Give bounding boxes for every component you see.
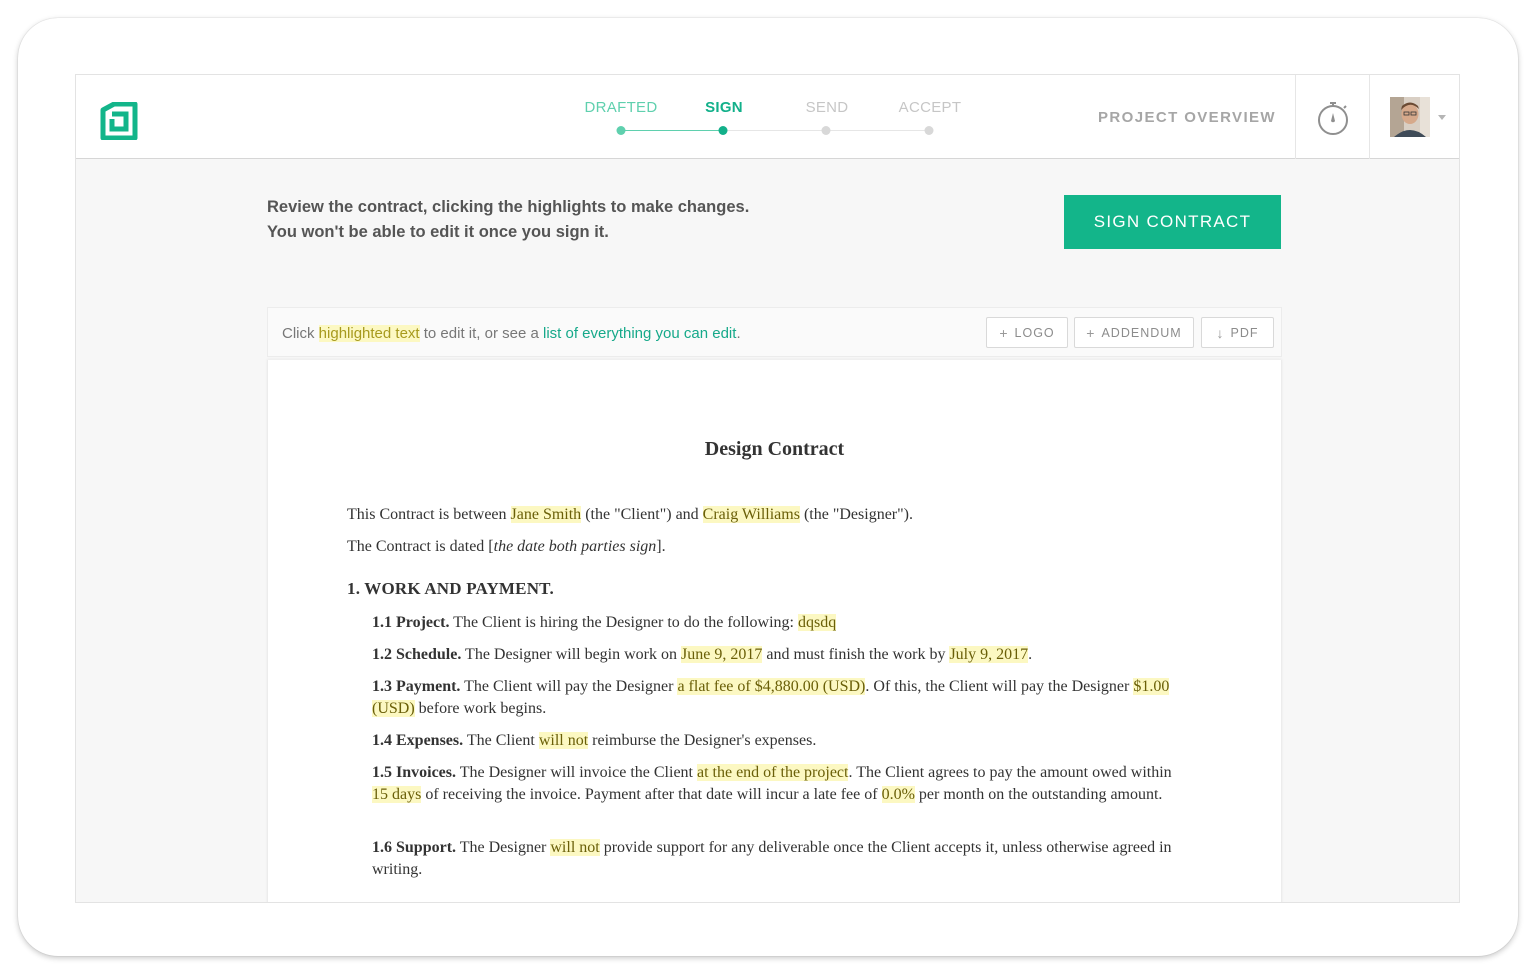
clause-text: The Designer will invoice the Client [456,764,697,781]
plus-icon: + [999,324,1009,341]
caret-down-icon[interactable] [1438,115,1446,120]
clause-text: . [1028,646,1033,663]
highlighted-text-sample: highlighted text [318,325,420,342]
instructions-line-2: You won't be able to edit it once you si… [267,223,609,241]
step-send[interactable]: SEND [806,99,849,116]
sign-contract-button[interactable]: SIGN CONTRACT [1064,195,1281,249]
project-description-field[interactable]: dqsdq [798,614,837,631]
date-placeholder: the date both parties sign [493,538,657,555]
sign-instructions: Review the contract, clicking the highli… [267,195,749,245]
designer-name-field[interactable]: Craig Williams [702,506,800,523]
hint-text: . [736,325,741,342]
add-logo-button[interactable]: + LOGO [986,317,1068,348]
project-overview-link[interactable]: PROJECT OVERVIEW [1098,109,1276,126]
clause-text: The Client [463,732,539,749]
clause-text: ]. [656,538,666,555]
clause-text: The Designer will begin work on [461,646,682,663]
plus-icon: + [1086,324,1096,341]
step-drafted[interactable]: DRAFTED [585,99,658,116]
header-divider [1369,75,1370,159]
clause-text: The Client will pay the Designer [460,678,678,695]
clause-heading: 1.5 Invoices. [372,764,456,781]
instructions-line-1: Review the contract, clicking the highli… [267,198,750,216]
clause-text: The Designer [456,839,551,856]
clause-heading: 1.4 Expenses. [372,732,464,749]
add-addendum-button[interactable]: + ADDENDUM [1074,317,1194,348]
stopwatch-icon[interactable] [1315,99,1351,137]
download-pdf-label: PDF [1230,325,1259,340]
step-connector [621,130,723,131]
step-accept[interactable]: ACCEPT [899,99,962,116]
clause-schedule: 1.2 Schedule. The Designer will begin wo… [372,644,1182,666]
toolbar-hint: Click highlighted text to edit it, or se… [282,325,741,342]
start-date-field[interactable]: June 9, 2017 [681,646,763,663]
clause-text: . Of this, the Client will pay the Desig… [865,678,1134,695]
end-date-field[interactable]: July 9, 2017 [949,646,1029,663]
clause-expenses: 1.4 Expenses. The Client will not reimbu… [372,730,1182,752]
clause-text: (the "Client") and [581,506,703,523]
clause-project: 1.1 Project. The Client is hiring the De… [372,612,1182,634]
hint-text: Click [282,325,319,342]
progress-stepper: DRAFTED SIGN SEND ACCEPT [576,75,976,159]
bonsai-logo-icon[interactable] [100,102,138,140]
section-heading: 1. WORK AND PAYMENT. [347,579,554,598]
clause-text: (the "Designer"). [799,506,913,523]
header-divider [1295,75,1296,159]
contract-date: The Contract is dated [the date both par… [347,536,1177,558]
top-header: DRAFTED SIGN SEND ACCEPT PROJECT OVERVIE… [76,75,1459,159]
clause-text: before work begins. [414,700,547,717]
clause-heading: 1.6 Support. [372,839,457,856]
fee-field[interactable]: a flat fee of $4,880.00 (USD) [677,678,866,695]
hint-text: to edit it, or see a [419,325,543,342]
step-sign[interactable]: SIGN [705,99,743,116]
add-logo-label: LOGO [1014,325,1055,340]
clause-text: . The Client agrees to pay the amount ow… [848,764,1172,781]
step-dot-sign [718,126,728,135]
user-menu[interactable] [1390,97,1446,137]
download-pdf-button[interactable]: ↓ PDF [1201,317,1274,348]
clause-invoices: 1.5 Invoices. The Designer will invoice … [372,762,1182,806]
clause-text: The Contract is dated [ [347,538,494,555]
arrow-down-icon: ↓ [1216,324,1225,341]
clause-text: of receiving the invoice. Payment after … [421,786,882,803]
clause-heading: 1.2 Schedule. [372,646,462,663]
clause-text: This Contract is between [347,506,511,523]
invoice-timing-field[interactable]: at the end of the project [696,764,849,781]
contract-parties: This Contract is between Jane Smith (the… [347,504,1177,526]
edit-toolbar: Click highlighted text to edit it, or se… [267,307,1282,357]
contract-title: Design Contract [704,438,845,460]
payment-days-field[interactable]: 15 days [372,786,422,803]
client-name-field[interactable]: Jane Smith [510,506,582,523]
step-dot-drafted [616,126,626,135]
editable-list-link[interactable]: list of everything you can edit [543,325,736,342]
app-window: DRAFTED SIGN SEND ACCEPT PROJECT OVERVIE… [75,74,1460,903]
clause-heading: 1.1 Project. [372,614,450,631]
clause-text: reimburse the Designer's expenses. [588,732,817,749]
late-fee-field[interactable]: 0.0% [881,786,915,803]
clause-support: 1.6 Support. The Designer will not provi… [372,837,1182,881]
clause-heading: 1.3 Payment. [372,678,461,695]
step-dot-accept [924,126,934,135]
contract-document: Design Contract This Contract is between… [267,360,1282,902]
reimburse-field[interactable]: will not [538,732,589,749]
add-addendum-label: ADDENDUM [1101,325,1182,340]
clause-text: per month on the outstanding amount. [914,786,1163,803]
user-avatar[interactable] [1390,97,1430,137]
clause-text: and must finish the work by [762,646,950,663]
clause-payment: 1.3 Payment. The Client will pay the Des… [372,676,1182,720]
support-field[interactable]: will not [550,839,600,856]
clause-text: The Client is hiring the Designer to do … [449,614,798,631]
step-dot-send [821,126,831,135]
